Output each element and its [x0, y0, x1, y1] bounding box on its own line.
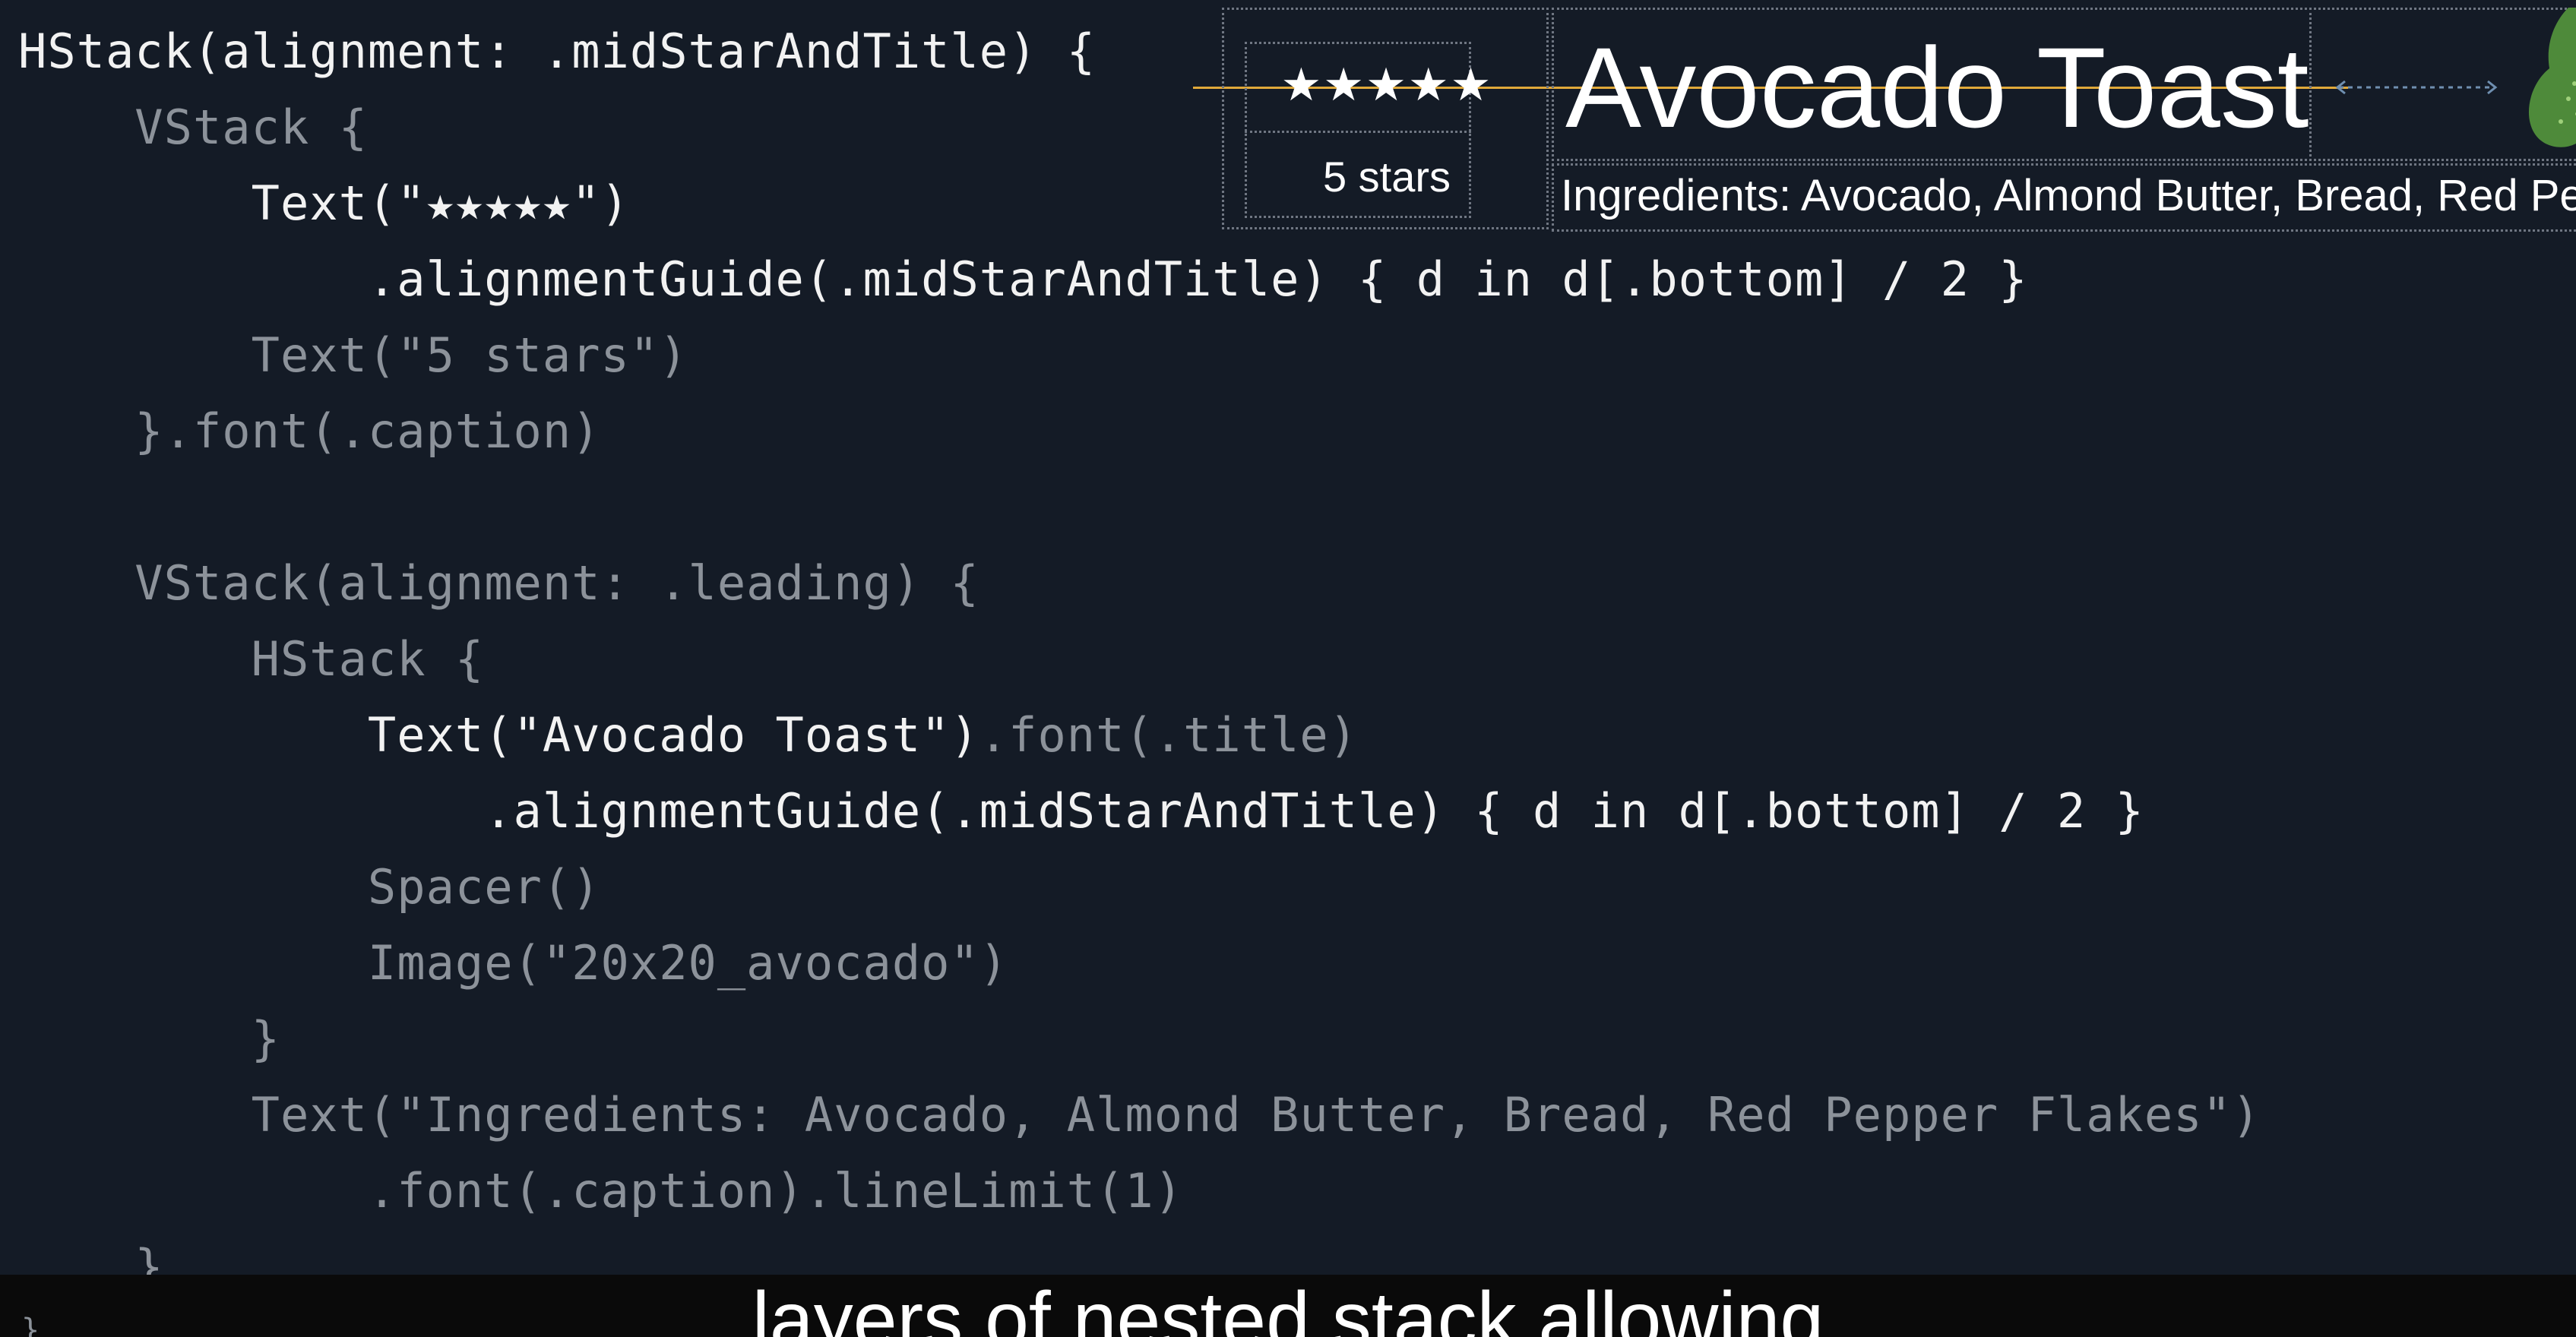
code-token: VStack(alignment: .leading) { [18, 555, 979, 611]
code-line: } [18, 1009, 280, 1070]
code-token: } [18, 1011, 280, 1067]
code-line: .font(.caption).lineLimit(1) [18, 1161, 1183, 1222]
code-token: Spacer() [18, 859, 601, 915]
code-line: Image("20x20_avocado") [18, 933, 1008, 994]
code-line: .alignmentGuide(.midStarAndTitle) { d in… [18, 781, 2144, 842]
code-line: Text("Ingredients: Avocado, Almond Butte… [18, 1085, 2261, 1146]
code-token: Text("Avocado Toast") [18, 707, 979, 763]
code-line: }.font(.caption) [18, 401, 601, 462]
subtitle-bar: } layers of nested stack allowing [0, 1275, 2576, 1337]
preview-canvas: ★★★★★ 5 stars Avocado Toast Ingredients:… [1193, 0, 2576, 243]
code-line: .alignmentGuide(.midStarAndTitle) { d in… [18, 249, 2028, 310]
code-line: Text("Avocado Toast").font(.title) [18, 705, 1358, 766]
code-token: Image("20x20_avocado") [18, 935, 1009, 991]
code-token: Text("5 stars") [18, 327, 688, 383]
stars-rating: ★★★★★ [1280, 58, 1493, 112]
spacer-arrow-icon [2335, 80, 2498, 95]
code-token: HStack { [18, 631, 485, 687]
code-line: Text("5 stars") [18, 325, 688, 386]
code-token: VStack { [18, 100, 368, 155]
code-token: .font(.caption).lineLimit(1) [18, 1163, 1184, 1218]
code-line: VStack(alignment: .leading) { [18, 553, 979, 614]
recipe-title: Avocado Toast [1565, 24, 2309, 151]
code-token: .font(.title) [979, 707, 1359, 763]
avocado-icon [2529, 8, 2576, 147]
code-token: Text("Ingredients: Avocado, Almond Butte… [18, 1087, 2261, 1143]
code-token: }.font(.caption) [18, 403, 601, 459]
stars-divider [1245, 131, 1471, 133]
code-token: Text("★★★★★") [18, 175, 630, 231]
code-line: Spacer() [18, 857, 601, 918]
stars-caption: 5 stars [1322, 153, 1451, 201]
code-line: HStack(alignment: .midStarAndTitle) { [18, 21, 1096, 82]
ingredients-text: Ingredients: Avocado, Almond Butter, Bre… [1561, 171, 2576, 220]
code-line: HStack { [18, 629, 484, 690]
code-token: .alignmentGuide(.midStarAndTitle) { d in… [18, 251, 2028, 307]
code-token: .alignmentGuide(.midStarAndTitle) { d in… [18, 783, 2144, 839]
code-token: HStack(alignment: .midStarAndTitle) { [18, 24, 1097, 79]
subtitle-text: layers of nested stack allowing [752, 1276, 1824, 1337]
code-line: Text("★★★★★") [18, 173, 630, 234]
code-line: VStack { [18, 97, 368, 158]
